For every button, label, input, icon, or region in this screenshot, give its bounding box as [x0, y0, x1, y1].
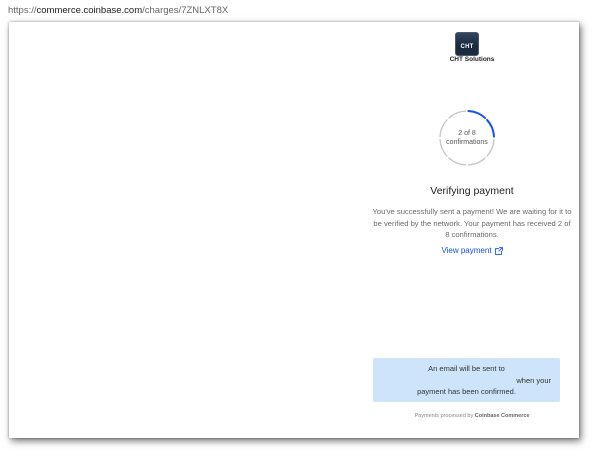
- url-path: /charges/7ZNLXT8X: [142, 5, 229, 16]
- email-notice: An email will be sent to when your payme…: [373, 358, 560, 402]
- view-payment-label: View payment: [441, 246, 492, 255]
- confirmation-progress-ring: 2 of 8 confirmations: [437, 108, 497, 168]
- merchant-logo-icon: CHT: [455, 32, 479, 56]
- progress-count: 2 of 8: [458, 130, 476, 137]
- url-text[interactable]: https://commerce.coinbase.com/charges/7Z…: [8, 5, 228, 16]
- ring-segment-complete: [467, 110, 487, 119]
- status-message: You've successfully sent a payment! We a…: [372, 207, 572, 239]
- footer-prefix: Payments processed by: [414, 413, 474, 419]
- ring-segment-pending: [448, 110, 467, 119]
- merchant-logo: CHT: [455, 32, 481, 58]
- merchant-logo-text: CHT: [460, 43, 474, 50]
- email-notice-line-1: An email will be sent to: [428, 364, 505, 373]
- email-notice-line-2: when your: [516, 376, 551, 385]
- footer-brand: Coinbase Commerce: [474, 413, 530, 419]
- progress-unit: confirmations: [446, 139, 488, 146]
- ring-segment-pending: [467, 157, 486, 166]
- browser-window: CHT CHT Solutions 2 of 8 confirmations V…: [9, 22, 579, 438]
- view-payment-link[interactable]: View payment: [365, 246, 579, 255]
- url-host: commerce.coinbase.com: [36, 5, 143, 16]
- address-bar[interactable]: https://commerce.coinbase.com/charges/7Z…: [0, 0, 600, 22]
- url-prefix: https://: [8, 5, 37, 16]
- ring-segment-pending: [448, 157, 467, 166]
- external-link-icon: [494, 246, 503, 255]
- merchant-name: CHT Solutions: [449, 56, 495, 63]
- processed-by-footer: Payments processed by Coinbase Commerce: [365, 413, 579, 419]
- email-notice-line-3: payment has been confirmed.: [417, 387, 516, 396]
- screenshot: https://commerce.coinbase.com/charges/7Z…: [0, 0, 600, 461]
- status-title: Verifying payment: [430, 185, 514, 197]
- progress-label: 2 of 8 confirmations: [437, 129, 497, 147]
- checkout-panel: CHT CHT Solutions 2 of 8 confirmations V…: [365, 22, 579, 438]
